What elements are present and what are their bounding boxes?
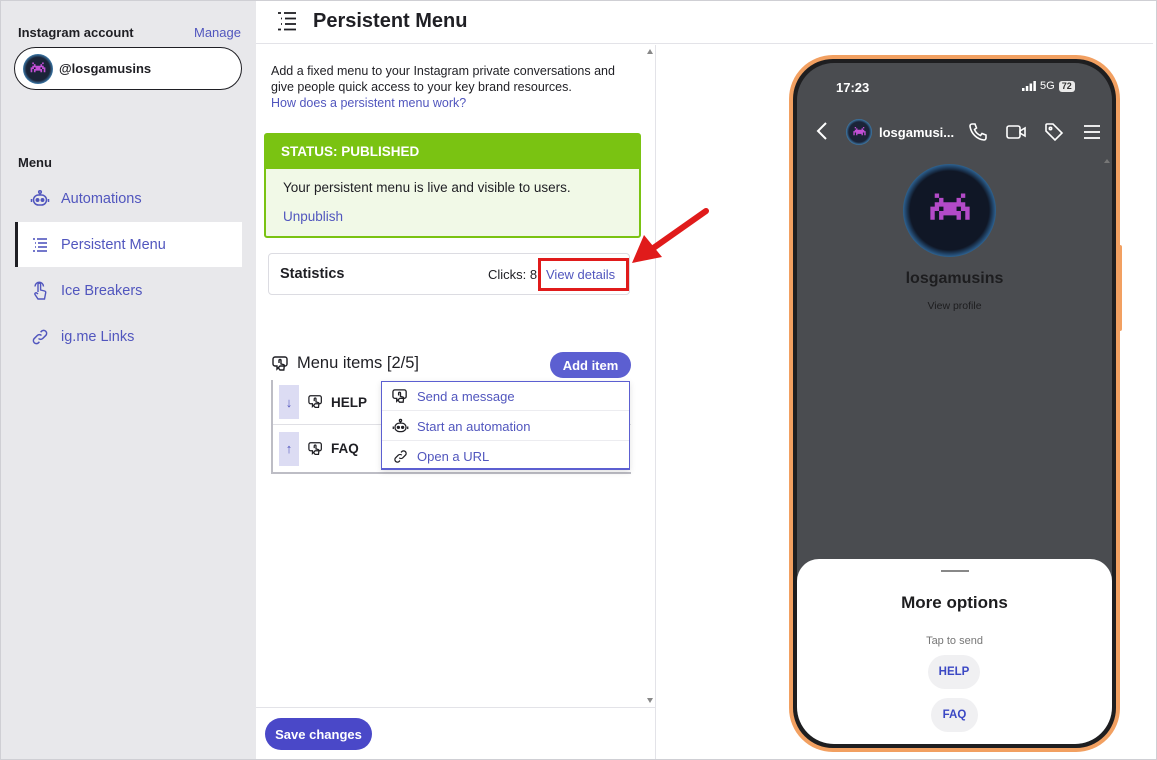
add-item-button[interactable]: Add item [550,352,631,378]
link-icon [29,326,51,348]
menu-items-heading: Menu items [2/5] [272,354,419,373]
chat-avatar[interactable] [846,119,872,145]
account-name: @losgamusins [59,61,152,76]
unpublish-link[interactable]: Unpublish [283,209,343,224]
network-label: 5G [1040,80,1055,92]
sidebar-item-igme-links[interactable]: ig.me Links [15,314,242,359]
help-link[interactable]: How does a persistent menu work? [271,96,466,110]
tag-icon[interactable] [1043,121,1065,143]
dropdown-send-message[interactable]: Send a message [382,382,629,411]
status-text: Your persistent menu is live and visible… [283,180,571,195]
sheet-subtitle: Tap to send [926,635,983,647]
message-icon [308,441,324,457]
view-profile-link[interactable]: View profile [797,300,1112,312]
robot-icon [392,418,409,435]
sidebar-item-label: Persistent Menu [61,236,166,253]
message-icon [308,394,324,410]
battery-indicator: 72 [1058,80,1075,92]
back-icon[interactable] [815,121,829,141]
video-call-icon[interactable] [1005,121,1027,143]
message-icon [272,355,290,373]
sheet-title: More options [901,593,1008,612]
tap-hand-icon [29,280,51,302]
chat-header: losgamusi... [797,119,1112,147]
menu-icon[interactable] [1081,121,1103,143]
manage-link[interactable]: Manage [194,25,241,40]
main-panel[interactable]: Add a fixed menu to your Instagram priva… [256,45,656,707]
signal-icon [1022,81,1036,91]
message-icon [392,388,409,405]
footer-bar: Save changes [256,707,656,759]
list-icon [276,10,298,32]
highlight-box [538,258,629,291]
scroll-up-arrow[interactable] [647,49,653,54]
robot-icon [29,188,51,210]
sidebar-item-label: ig.me Links [61,328,135,345]
dropdown-start-automation[interactable]: Start an automation [382,412,629,441]
menu-item-label: FAQ [331,441,359,456]
sidebar-item-label: Automations [61,190,142,207]
intro-text: Add a fixed menu to your Instagram priva… [271,64,615,94]
sidebar-item-persistent-menu[interactable]: Persistent Menu [15,222,242,267]
statistics-title: Statistics [280,266,345,282]
action-dropdown: Send a message Start an automation Open … [381,381,630,470]
menu-items-title: Menu items [2/5] [297,354,419,372]
sidebar-item-ice-breakers[interactable]: Ice Breakers [15,268,242,313]
phone-bezel: 17:23 5G 72 losgamusi... losgamusins Vie… [793,59,1116,748]
phone-screen: 17:23 5G 72 losgamusi... losgamusins Vie… [797,63,1112,744]
move-up-button[interactable]: ↑ [279,431,299,466]
account-selector[interactable]: @losgamusins [14,47,242,90]
clicks-count: Clicks: 8 [488,267,538,282]
profile-avatar[interactable] [903,164,996,257]
phone-call-icon[interactable] [967,121,989,143]
account-label: Instagram account [18,25,134,40]
menu-item-label: HELP [331,394,368,410]
status-time: 17:23 [836,80,870,95]
sidebar-item-automations[interactable]: Automations [15,176,242,221]
space-invader-icon [852,126,866,135]
page-title: Persistent Menu [313,10,468,32]
quick-reply-help[interactable]: HELP [928,655,980,689]
avatar [23,53,53,84]
space-invader-icon [30,61,46,72]
status-indicators: 5G 72 [1022,80,1075,92]
sheet-handle[interactable] [941,570,969,572]
list-icon [29,234,51,256]
space-invader-icon [929,193,970,220]
dropdown-label: Start an automation [417,418,531,434]
chat-name: losgamusi... [879,125,955,140]
red-arrow-annotation [632,208,709,263]
move-down-button[interactable]: ↓ [279,385,299,419]
dropdown-label: Open a URL [417,449,490,464]
menu-heading: Menu [18,155,52,170]
status-heading: STATUS: PUBLISHED [266,135,639,169]
page-header: Persistent Menu [256,0,1153,44]
dropdown-label: Send a message [417,388,515,404]
chat-scroll-arrow[interactable] [1104,159,1110,163]
quick-reply-faq[interactable]: FAQ [931,698,978,732]
link-icon [392,448,409,465]
dropdown-open-url[interactable]: Open a URL [382,442,629,471]
chat-header-actions [967,121,1103,143]
profile-name: losgamusins [905,270,1004,287]
sidebar-item-label: Ice Breakers [61,282,143,299]
status-box: STATUS: PUBLISHED Your persistent menu i… [264,133,641,238]
more-options-sheet: More options Tap to send HELP FAQ [797,559,1112,744]
sidebar: Instagram account Manage @losgamusins Me… [0,0,256,760]
scroll-down-arrow[interactable] [647,698,653,703]
save-changes-button[interactable]: Save changes [265,718,372,750]
